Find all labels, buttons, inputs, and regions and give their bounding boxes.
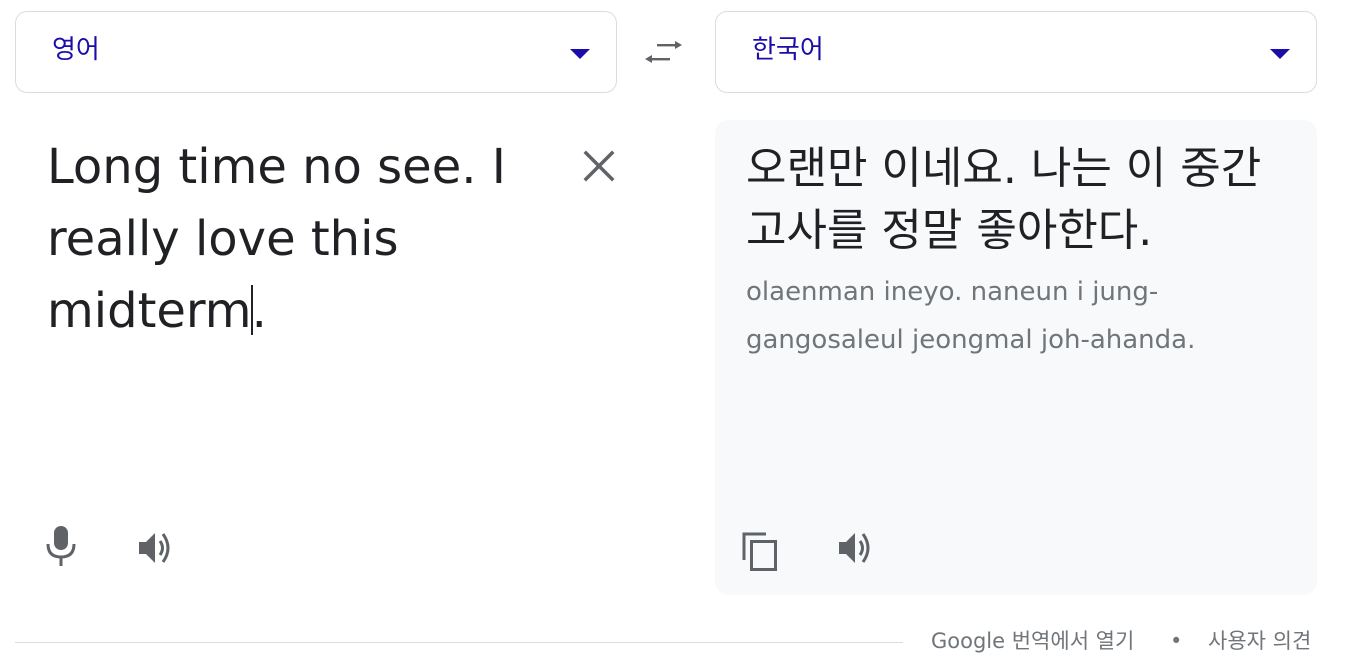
listen-source-button[interactable] [136,528,176,568]
footer-divider [15,642,903,643]
copy-icon [742,532,777,571]
chevron-down-icon [570,49,590,59]
footer-separator: • [1170,629,1183,653]
source-language-select[interactable]: 영어 [15,11,617,93]
open-in-google-translate-link[interactable]: Google 번역에서 열기 [931,626,1134,656]
feedback-link[interactable]: 사용자 의견 [1208,626,1311,656]
source-text-input[interactable]: Long time no see. I really love this mid… [47,131,567,347]
romanization-text: olaenman ineyo. naneun i jung-gangosaleu… [746,277,1196,355]
translation-text: 오랜만 이네요. 나는 이 중간 고사를 정말 좋아한다. [746,143,1262,256]
copy-translation-button[interactable] [740,530,780,572]
source-language-label: 영어 [52,35,100,65]
source-text-after-cursor: . [251,283,267,339]
swap-languages-button[interactable] [644,34,684,70]
chevron-down-icon [1270,49,1290,59]
target-language-label: 한국어 [752,35,824,65]
speaker-icon [839,533,870,563]
translate-widget: 영어 한국어 Long time no see. I really love t… [0,0,1362,670]
target-language-select[interactable]: 한국어 [715,11,1317,93]
source-text-before-cursor: Long time no see. I really love this mid… [47,139,506,339]
listen-translation-button[interactable] [836,528,876,568]
voice-input-button[interactable] [43,524,79,568]
swap-icon [645,41,682,63]
speaker-icon [139,533,170,563]
translation-panel: 오랜만 이네요. 나는 이 중간 고사를 정말 좋아한다. olaenman i… [715,120,1317,595]
clear-text-button[interactable] [580,147,618,185]
close-icon [583,150,615,182]
microphone-icon [46,526,76,566]
